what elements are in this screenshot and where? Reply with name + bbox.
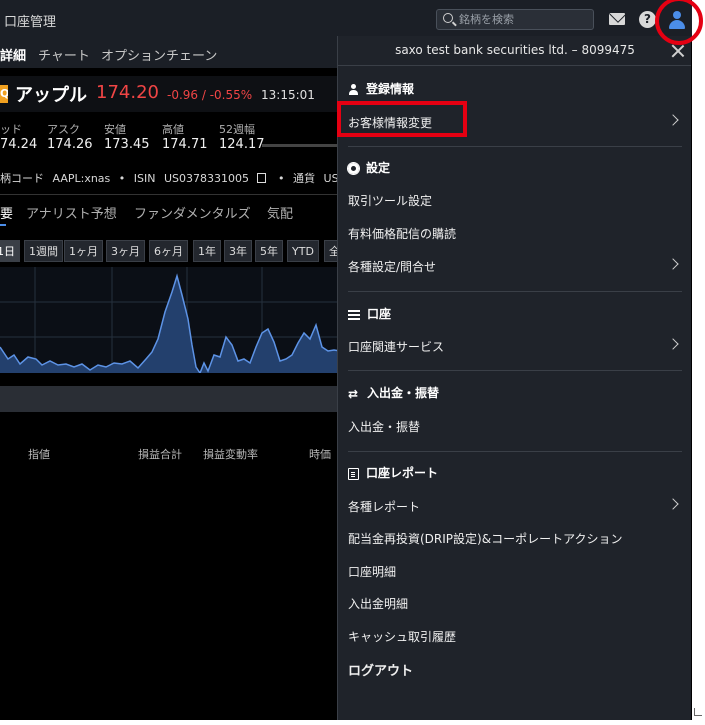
chevron-right-icon	[667, 114, 679, 126]
quote-label-low: 安値	[104, 123, 126, 136]
account-menu-panel: saxo test bank securities ltd. – 8099475…	[337, 36, 691, 720]
copy-icon[interactable]	[256, 173, 266, 183]
quote-time: 13:15:01	[261, 88, 315, 102]
search-icon	[443, 13, 453, 23]
period-1d[interactable]: 1日	[0, 240, 20, 262]
menu-item-deposit-transfer[interactable]: 入出金・振替	[338, 410, 691, 440]
quote-value-high: 174.71	[162, 137, 208, 152]
menu-item-paid-price-feed[interactable]: 有料価格配信の購読	[338, 217, 691, 247]
column-market-value[interactable]: 時価	[309, 446, 331, 462]
document-icon	[348, 467, 359, 480]
quote-value-low: 173.45	[104, 137, 150, 152]
period-1y[interactable]: 1年	[193, 240, 221, 262]
exchange-badge: Q	[0, 85, 8, 103]
section-reports-title: 口座レポート	[348, 464, 438, 481]
search-box[interactable]	[436, 9, 594, 30]
column-limit[interactable]: 指値	[28, 446, 50, 462]
period-5y[interactable]: 5年	[255, 240, 283, 262]
menu-item-account-statement[interactable]: 口座明細	[338, 555, 691, 585]
search-input[interactable]	[459, 11, 589, 28]
tab-quotes[interactable]: 気配	[267, 203, 293, 222]
menu-item-account-services[interactable]: 口座関連サービス	[338, 330, 691, 360]
quote-value-bid: 74.24	[0, 137, 38, 152]
transfer-icon: ⇄	[348, 386, 359, 401]
section-transfer-title: ⇄ 入出金・振替	[348, 386, 440, 401]
logout-button[interactable]: ログアウト	[338, 652, 691, 682]
quote-label-high: 高値	[162, 123, 184, 136]
menu-header: saxo test bank securities ltd. – 8099475	[338, 36, 691, 66]
quote-value-ask: 174.26	[47, 137, 93, 152]
menu-item-deposit-statement[interactable]: 入出金明細	[338, 587, 691, 617]
tab-summary[interactable]: 要	[0, 203, 13, 222]
period-1w[interactable]: 1週間	[24, 240, 63, 262]
tab-fundamentals[interactable]: ファンダメンタルズ	[134, 203, 251, 222]
sub-navigation: 詳細 チャート オプションチェーン	[0, 40, 340, 68]
chevron-right-icon	[667, 258, 679, 270]
menu-item-settings-inquiry[interactable]: 各種設定/問合せ	[338, 250, 691, 280]
period-selector: 1日 1週間 1ヶ月 3ヶ月 6ヶ月 1年 3年 5年 YTD 全	[0, 240, 345, 264]
account-name: saxo test bank securities ltd. – 8099475	[395, 43, 635, 57]
section-registration-title: 登録情報	[348, 80, 414, 97]
menu-item-cash-history[interactable]: キャッシュ取引履歴	[338, 620, 691, 650]
price-chart-graphic	[0, 267, 340, 373]
stock-change: -0.96 / -0.55%	[167, 88, 253, 102]
quote-label-ask: アスク	[47, 123, 80, 136]
resize-corner	[694, 708, 702, 716]
stock-price: 174.20	[96, 82, 159, 103]
menu-item-drip-corporate-action[interactable]: 配当金再投資(DRIP設定)&コーポレートアクション	[338, 522, 691, 552]
period-3m[interactable]: 3ヶ月	[106, 240, 145, 262]
close-icon[interactable]	[671, 44, 685, 58]
section-settings-title: 設定	[348, 159, 390, 176]
section-account-title: 口座	[348, 305, 391, 322]
isin-code: US0378331005	[163, 172, 250, 185]
period-ytd[interactable]: YTD	[287, 240, 319, 262]
page-title: 口座管理	[4, 15, 57, 30]
mail-icon[interactable]	[609, 13, 625, 25]
period-1m[interactable]: 1ヶ月	[64, 240, 103, 262]
instrument-info: 柄コード AAPL:xnas • ISIN US0378331005 • 通貨 …	[0, 172, 348, 185]
quote-value-52w: 124.17	[219, 137, 265, 152]
help-icon[interactable]: ?	[639, 11, 656, 28]
subnav-tab-chart[interactable]: チャート	[38, 45, 90, 64]
chevron-right-icon	[667, 498, 679, 510]
period-6m[interactable]: 6ヶ月	[149, 240, 188, 262]
person-icon	[348, 84, 359, 95]
list-icon	[348, 309, 360, 320]
symbol-code: AAPL:xnas	[52, 172, 111, 185]
stock-name: アップル	[15, 85, 87, 106]
period-3y[interactable]: 3年	[224, 240, 252, 262]
quote-label-52w: 52週幅	[219, 123, 255, 136]
subnav-tab-option-chain[interactable]: オプションチェーン	[101, 45, 217, 64]
subnav-tab-detail[interactable]: 詳細	[0, 45, 26, 64]
price-chart[interactable]	[0, 267, 340, 373]
menu-item-trading-tool-settings[interactable]: 取引ツール設定	[338, 184, 691, 214]
top-bar: 口座管理 ?	[0, 0, 692, 40]
app-window: 口座管理 ? 詳細 チャート オプションチェーン Q アップル 174.20 -…	[0, 0, 692, 720]
quote-label-bid: ッド	[0, 123, 22, 136]
tab-analyst[interactable]: アナリスト予想	[26, 203, 117, 222]
column-total-pl[interactable]: 損益合計	[138, 446, 182, 462]
chevron-right-icon	[667, 338, 679, 350]
gear-icon	[348, 163, 359, 174]
52-week-range-bar	[262, 144, 340, 147]
highlight-box	[337, 101, 467, 137]
column-pl-rate[interactable]: 損益変動率	[203, 446, 258, 462]
menu-item-various-reports[interactable]: 各種レポート	[338, 490, 691, 520]
positions-toolbar	[0, 386, 340, 412]
highlight-circle	[655, 0, 703, 45]
